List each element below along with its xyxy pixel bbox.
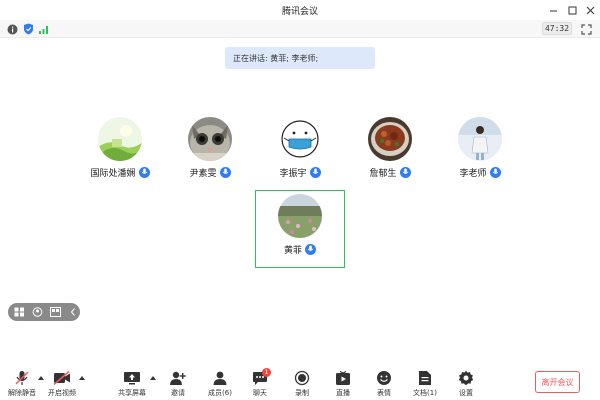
mic-icon	[309, 166, 321, 178]
share-screen-button[interactable]: 共享屏幕	[110, 370, 154, 400]
close-icon	[586, 6, 594, 14]
participant-name: 尹素雯	[189, 168, 217, 179]
document-icon	[415, 370, 435, 386]
record-label: 录制	[295, 389, 309, 397]
screen-view-button[interactable]	[48, 306, 62, 318]
participant-tile-active[interactable]: 黄菲	[260, 194, 340, 264]
documents-button[interactable]: 文档(1)	[403, 370, 447, 400]
screen-layout-icon	[49, 307, 61, 317]
participant-tile[interactable]: 尹素雯	[170, 117, 250, 187]
smile-icon	[374, 370, 394, 386]
video-off-icon	[52, 370, 72, 386]
avatar-view-icon	[32, 307, 42, 317]
mic-muted-icon	[12, 370, 32, 386]
person-photo-avatar	[458, 117, 502, 161]
meeting-toolbar: 解除静音 开启视频 共享屏幕 邀请 成员(6) 聊天 录制 直播 表情 文档(1…	[0, 362, 600, 400]
documents-label: 文档(1)	[413, 389, 437, 397]
field-landscape-avatar	[278, 194, 322, 238]
signal-icon[interactable]	[38, 23, 50, 35]
info-icon[interactable]	[6, 23, 18, 35]
mic-icon	[489, 166, 501, 178]
close-button[interactable]	[582, 2, 598, 18]
chevron-left-icon	[70, 308, 75, 316]
fullscreen-icon[interactable]	[580, 23, 592, 35]
start-video-label: 开启视频	[48, 389, 76, 397]
leave-meeting-button[interactable]: 离开会议	[535, 371, 580, 393]
chat-unread-badge: 1	[262, 368, 271, 377]
participant-name: 黄菲	[283, 245, 302, 256]
participant-name: 李老师	[459, 168, 487, 179]
meeting-timer: 47:32	[542, 22, 572, 35]
live-stream-icon	[333, 370, 353, 386]
food-bowl-avatar	[368, 117, 412, 161]
mic-active-icon	[305, 243, 316, 255]
share-screen-label: 共享屏幕	[118, 389, 146, 397]
settings-label: 设置	[459, 389, 473, 397]
speaking-text: 正在讲话: 黄菲; 李老师;	[233, 53, 319, 63]
invite-button[interactable]: 邀请	[156, 370, 200, 400]
members-button[interactable]: 成员(6)	[198, 370, 242, 400]
speaking-banner: 正在讲话: 黄菲; 李老师;	[225, 47, 375, 69]
chat-label: 聊天	[253, 389, 267, 397]
settings-button[interactable]: 设置	[444, 370, 488, 400]
layout-switcher	[8, 303, 80, 321]
members-label: 成员(6)	[208, 389, 232, 397]
participant-name: 李振宇	[279, 168, 307, 179]
cat-avatar	[188, 117, 232, 161]
share-screen-icon	[122, 370, 142, 386]
minimize-button[interactable]	[545, 2, 561, 18]
participant-tile[interactable]: 李振宇	[260, 117, 340, 187]
chat-button[interactable]: 聊天	[238, 370, 282, 400]
participant-name: 詹郁生	[369, 168, 397, 179]
caret-up-icon	[79, 376, 85, 380]
invite-label: 邀请	[171, 389, 185, 397]
members-icon	[210, 370, 230, 386]
grid-icon	[14, 307, 24, 317]
window-title: 腾讯会议	[281, 7, 318, 17]
reactions-label: 表情	[377, 389, 391, 397]
status-bar: 47:32	[0, 20, 600, 38]
participant-tile[interactable]: 国际处潘娴	[80, 117, 160, 187]
title-bar: 腾讯会议	[0, 0, 600, 20]
record-button[interactable]: 录制	[280, 370, 324, 400]
mic-icon	[399, 166, 411, 178]
maximize-icon	[568, 6, 576, 14]
live-button[interactable]: 直播	[321, 370, 365, 400]
record-icon	[292, 370, 312, 386]
live-label: 直播	[336, 389, 350, 397]
minimize-icon	[549, 10, 557, 11]
participant-name: 国际处潘娴	[90, 168, 136, 179]
participant-tile[interactable]: 詹郁生	[350, 117, 430, 187]
unmute-label: 解除静音	[8, 389, 36, 397]
shield-icon[interactable]	[22, 23, 34, 35]
reactions-button[interactable]: 表情	[362, 370, 406, 400]
gear-icon	[456, 370, 476, 386]
cartoon-mask-avatar	[278, 117, 322, 161]
landscape-green-avatar	[98, 117, 142, 161]
add-person-icon	[168, 370, 188, 386]
gallery-view-button[interactable]	[12, 306, 26, 318]
video-options-caret[interactable]	[78, 375, 86, 381]
participant-tile[interactable]: 李老师	[440, 117, 520, 187]
collapse-button[interactable]	[66, 306, 80, 318]
speaker-view-button[interactable]	[30, 306, 44, 318]
mic-icon	[138, 166, 150, 178]
mic-icon	[219, 166, 231, 178]
maximize-button[interactable]	[564, 2, 580, 18]
